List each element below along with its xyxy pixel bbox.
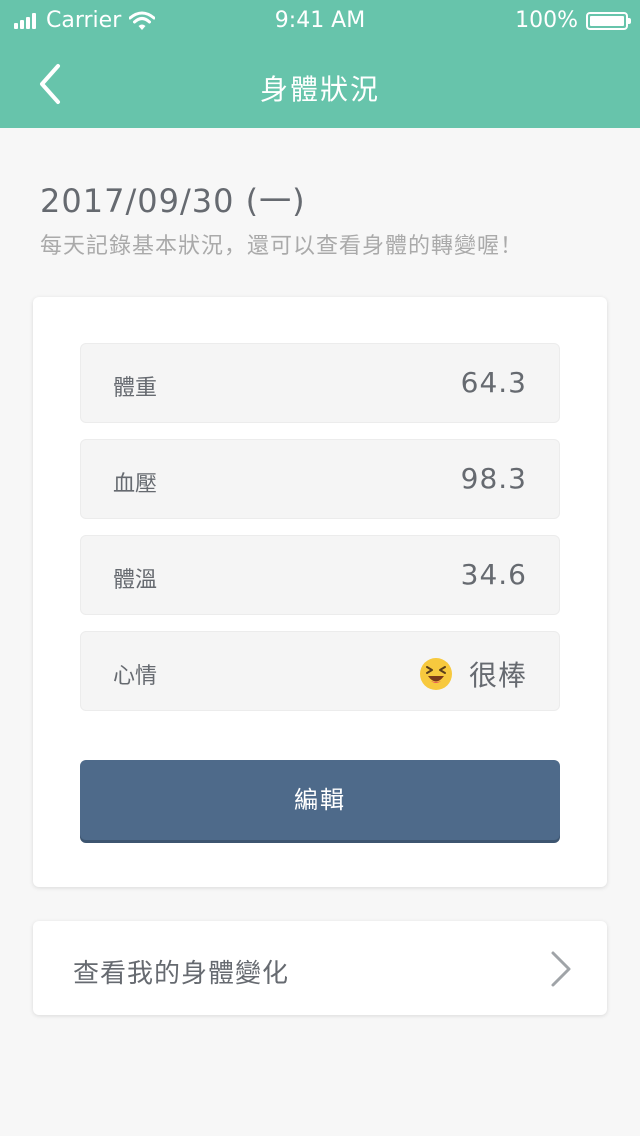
page-title: 身體狀況 (259, 73, 380, 106)
weight-value: 64.3 (460, 366, 527, 399)
mood-value-group: 很棒 (419, 654, 527, 694)
view-body-changes-label: 查看我的身體變化 (73, 959, 290, 989)
mood-label: 心情 (113, 664, 158, 689)
header: Carrier 9:41 AM 100% 身體狀況 (0, 0, 640, 128)
chevron-right-icon (551, 951, 571, 987)
battery-icon (586, 11, 631, 30)
status-bar: Carrier 9:41 AM 100% (0, 0, 640, 44)
battery-percentage: 100% (515, 8, 578, 33)
blood-pressure-row: 血壓 98.3 (80, 439, 560, 519)
nav-bar: 身體狀況 (0, 44, 640, 128)
health-card: 體重 64.3 血壓 98.3 體溫 34.6 心情 很棒 編輯 (33, 297, 607, 887)
mood-value: 很棒 (468, 659, 527, 692)
edit-button[interactable]: 編輯 (80, 760, 560, 840)
status-right: 100% (515, 8, 631, 33)
temperature-row: 體溫 34.6 (80, 535, 560, 615)
view-body-changes-link[interactable]: 查看我的身體變化 (33, 921, 607, 1015)
page-subtitle: 每天記錄基本狀況，還可以查看身體的轉變喔！ (40, 234, 524, 259)
record-date: 2017/09/30 (一) (40, 182, 306, 220)
grinning-squinting-emoji-icon (419, 658, 452, 690)
weight-row: 體重 64.3 (80, 343, 560, 423)
temperature-label: 體溫 (113, 568, 158, 593)
mood-row: 心情 很棒 (80, 631, 560, 711)
weight-label: 體重 (113, 376, 158, 401)
temperature-value: 34.6 (460, 558, 527, 591)
blood-pressure-label: 血壓 (113, 472, 158, 497)
blood-pressure-value: 98.3 (460, 462, 527, 495)
